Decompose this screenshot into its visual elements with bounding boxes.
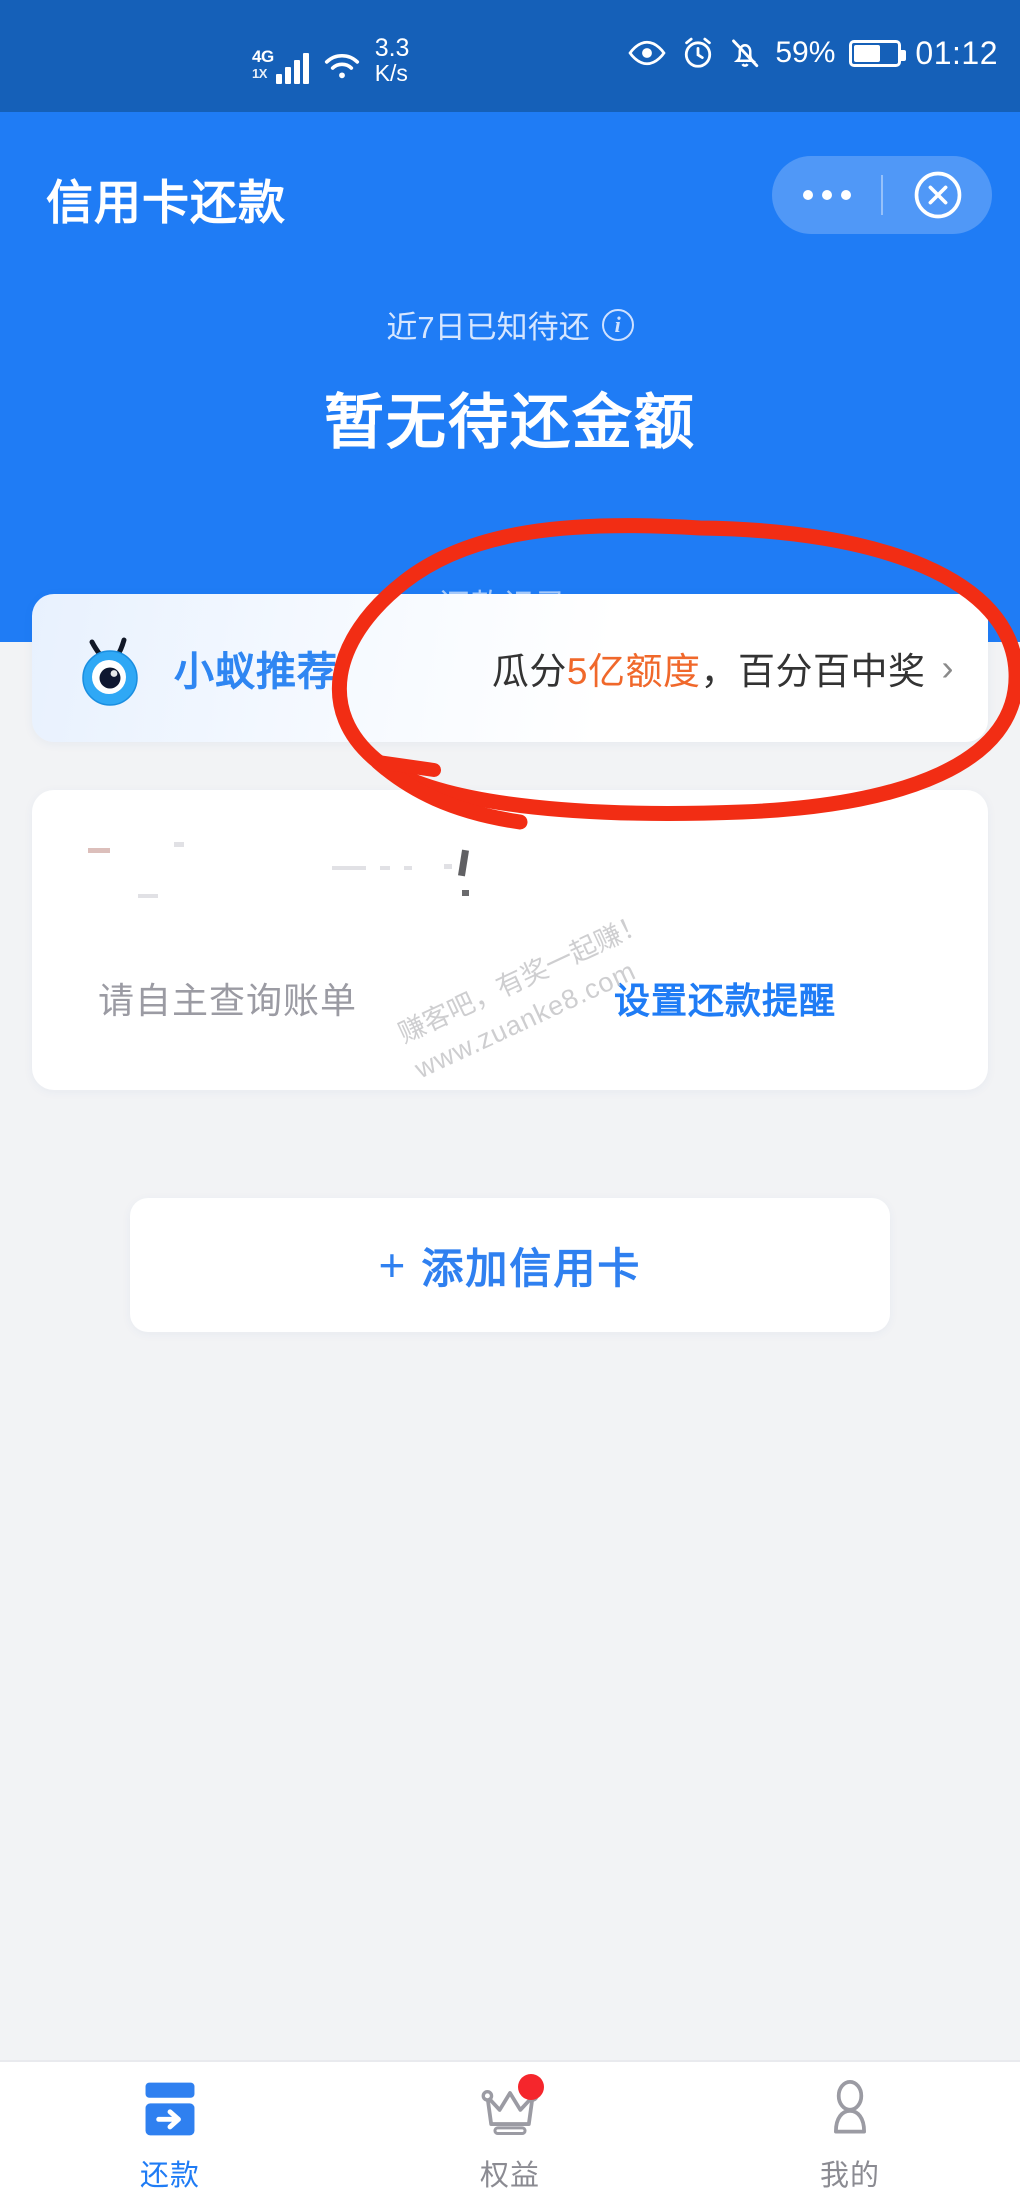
alarm-clock-icon: [685, 37, 712, 68]
speed-value: 3.3: [374, 34, 410, 62]
due-summary-text: 近7日已知待还: [386, 310, 590, 345]
close-button[interactable]: [883, 169, 992, 221]
battery-percent-label: 59%: [775, 36, 836, 69]
due-amount-text: 暂无待还金额: [324, 389, 696, 456]
banner-brand-label: 小蚁推荐: [174, 639, 338, 697]
cellular-signal-icon: 4G 1X: [252, 48, 309, 84]
notification-badge: [518, 2074, 544, 2100]
app-screen: 4G 1X 3.3 K/s 59% 01:12 信用卡还款 近7日已知待还 i …: [0, 0, 1020, 2210]
promo-suffix: ，百分百中奖: [700, 651, 926, 692]
bell-muted-icon: [732, 39, 759, 68]
wifi-icon: [324, 54, 359, 79]
clock-label: 01:12: [915, 35, 998, 71]
status-bar-left: 4G 1X 3.3 K/s: [252, 36, 410, 86]
signal-bars-icon: [275, 50, 309, 84]
network-speed: 3.3 K/s: [375, 36, 410, 86]
bill-card-row: 请自主查询账单 设置还款提醒: [32, 972, 988, 1024]
bill-card: 请自主查询账单 设置还款提醒: [32, 790, 988, 1090]
status-bar: 4G 1X 3.3 K/s 59% 01:12: [0, 0, 1020, 112]
tab-benefits[interactable]: 权益: [340, 2062, 680, 2210]
network-type-label: 4G: [252, 47, 274, 66]
ant-mascot-icon: [68, 626, 152, 710]
info-icon[interactable]: i: [601, 308, 634, 341]
promo-highlight: 5亿额度: [566, 651, 701, 692]
plus-icon: +: [378, 1239, 408, 1291]
more-options-button[interactable]: [772, 190, 881, 200]
bottom-tab-bar: 还款 权益 我的: [0, 2060, 1020, 2210]
speed-unit: K/s: [374, 60, 408, 86]
tab-repayment[interactable]: 还款: [0, 2062, 340, 2210]
tab-profile-label: 我的: [819, 2160, 880, 2192]
tab-profile[interactable]: 我的: [680, 2062, 1020, 2210]
tab-repayment-label: 还款: [139, 2160, 200, 2192]
bill-hint-label: 请自主查询账单: [98, 980, 358, 1021]
close-icon: [914, 171, 961, 219]
eye-icon: [628, 40, 666, 66]
banner-promo-text: 瓜分 5亿额度 ，百分百中奖 ›: [492, 641, 954, 695]
set-repayment-reminder-button[interactable]: 设置还款提醒: [614, 972, 836, 1024]
due-summary-label: 近7日已知待还 i: [0, 302, 1020, 347]
crown-icon: [478, 2074, 544, 2140]
person-icon: [818, 2078, 882, 2140]
erased-content-area: [32, 790, 988, 920]
promo-prefix: 瓜分: [491, 651, 567, 692]
network-sub-label: 1X: [252, 66, 267, 81]
hero-section: 信用卡还款 近7日已知待还 i 暂无待还金额 还款记录›: [0, 112, 1020, 642]
tab-benefits-label: 权益: [479, 2160, 540, 2192]
add-credit-card-label: 添加信用卡: [421, 1244, 642, 1292]
miniprogram-capsule: [772, 156, 992, 234]
page-title: 信用卡还款: [46, 176, 286, 229]
navigation-bar: 信用卡还款: [0, 150, 1020, 240]
credit-card-arrow-icon: [138, 2078, 202, 2140]
status-bar-right: 59% 01:12: [627, 36, 998, 70]
promo-banner[interactable]: 小蚁推荐 瓜分 5亿额度 ，百分百中奖 ›: [32, 594, 988, 742]
add-credit-card-button[interactable]: + 添加信用卡: [130, 1198, 890, 1332]
battery-icon: [849, 39, 907, 67]
chevron-right-icon: ›: [941, 647, 954, 688]
